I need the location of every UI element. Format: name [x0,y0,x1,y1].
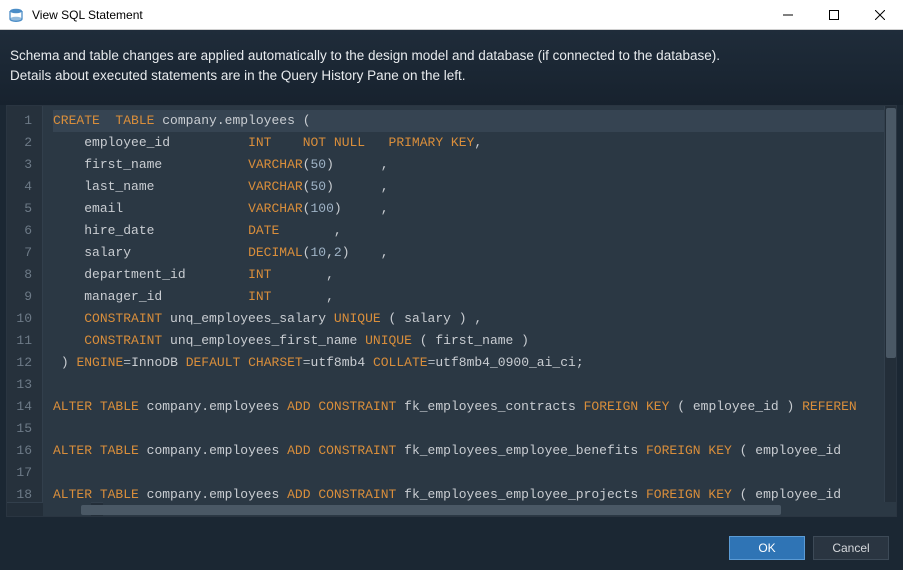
vertical-scrollbar[interactable] [884,106,896,502]
horizontal-scroll-thumb[interactable] [81,505,781,515]
code-line[interactable]: email VARCHAR(100) , [53,198,884,220]
titlebar: View SQL Statement [0,0,903,30]
code-line[interactable]: manager_id INT , [53,286,884,308]
line-number-gutter: 123456789101112131415161718 [7,106,43,502]
code-line[interactable] [53,374,884,396]
code-line[interactable]: CONSTRAINT unq_employees_first_name UNIQ… [53,330,884,352]
code-line[interactable] [53,462,884,484]
maximize-button[interactable] [811,0,857,30]
description-panel: Schema and table changes are applied aut… [0,30,903,105]
code-area[interactable]: CREATE TABLE company.employees ( employe… [43,106,884,502]
app-icon [8,7,24,23]
vertical-scroll-thumb[interactable] [886,108,896,358]
code-line[interactable]: CREATE TABLE company.employees ( [53,110,884,132]
code-line[interactable]: ALTER TABLE company.employees ADD CONSTR… [53,396,884,418]
sql-editor: 123456789101112131415161718 CREATE TABLE… [6,105,897,517]
code-line[interactable]: hire_date DATE , [53,220,884,242]
code-line[interactable]: department_id INT , [53,264,884,286]
ok-button[interactable]: OK [729,536,805,560]
code-line[interactable]: ALTER TABLE company.employees ADD CONSTR… [53,484,884,502]
cancel-button[interactable]: Cancel [813,536,889,560]
code-line[interactable]: first_name VARCHAR(50) , [53,154,884,176]
window-title: View SQL Statement [32,8,765,22]
description-line1: Schema and table changes are applied aut… [10,46,893,66]
minimize-button[interactable] [765,0,811,30]
close-button[interactable] [857,0,903,30]
code-line[interactable]: ) ENGINE=InnoDB DEFAULT CHARSET=utf8mb4 … [53,352,884,374]
code-line[interactable] [53,418,884,440]
code-line[interactable]: CONSTRAINT unq_employees_salary UNIQUE (… [53,308,884,330]
dialog-footer: OK Cancel [0,526,903,570]
code-line[interactable]: ALTER TABLE company.employees ADD CONSTR… [53,440,884,462]
code-line[interactable]: employee_id INT NOT NULL PRIMARY KEY, [53,132,884,154]
code-line[interactable]: salary DECIMAL(10,2) , [53,242,884,264]
code-line[interactable]: last_name VARCHAR(50) , [53,176,884,198]
description-line2: Details about executed statements are in… [10,66,893,86]
